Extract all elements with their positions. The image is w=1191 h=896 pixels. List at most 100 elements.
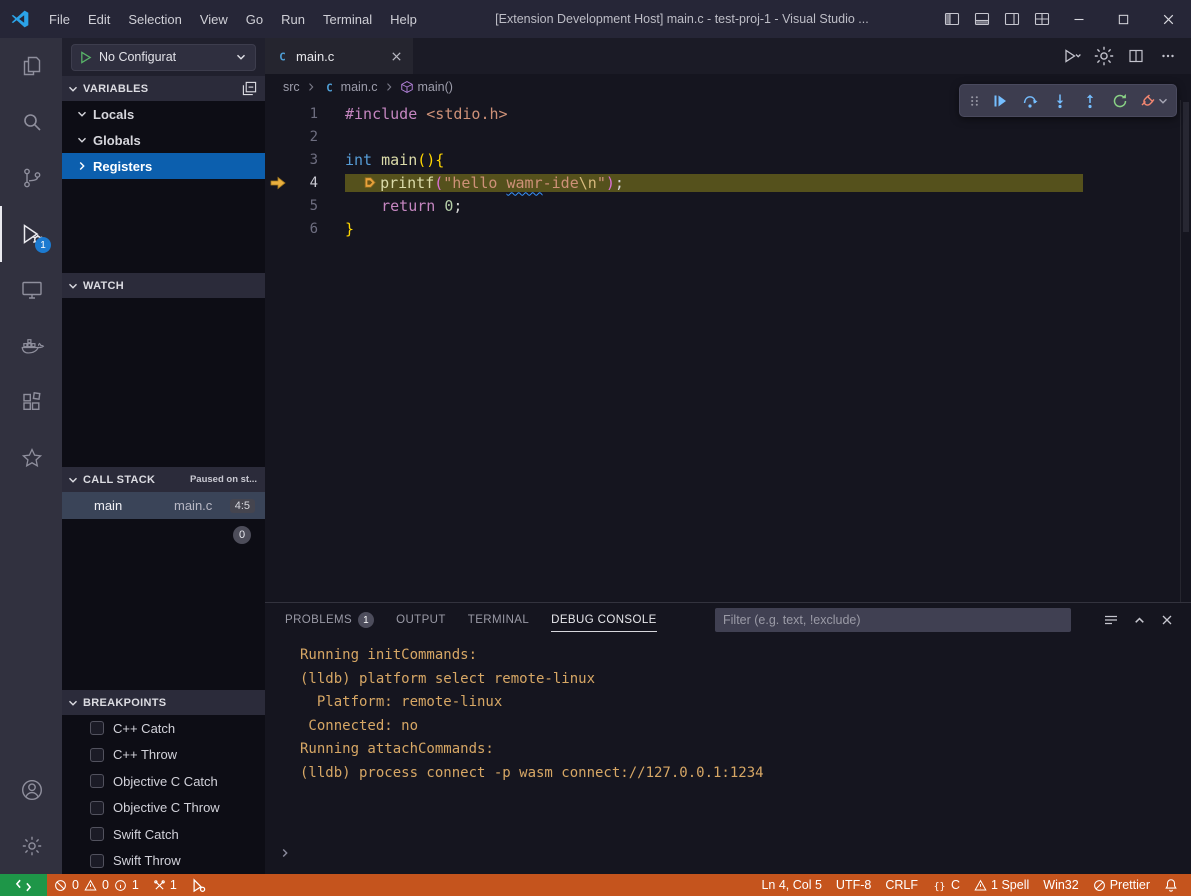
close-window-button[interactable] xyxy=(1146,0,1191,38)
toggle-panel-button[interactable] xyxy=(968,5,996,33)
collapse-all-icon[interactable] xyxy=(242,81,257,96)
remote-indicator[interactable] xyxy=(0,874,47,896)
code-editor[interactable]: 1#include <stdio.h>23int main(){4 printf… xyxy=(265,100,1191,602)
breakpoint-checkbox[interactable] xyxy=(90,721,104,735)
activitybar-explorer[interactable] xyxy=(0,38,62,94)
breakpoint-checkbox[interactable] xyxy=(90,801,104,815)
toggle-secondary-sidebar-button[interactable] xyxy=(998,5,1026,33)
tab-main-c[interactable]: C main.c xyxy=(265,38,413,74)
status-utf-8[interactable]: UTF-8 xyxy=(829,874,878,896)
menu-view[interactable]: View xyxy=(191,12,237,27)
activitybar-settings-gear[interactable] xyxy=(0,818,62,874)
status-c-label: C xyxy=(951,878,960,892)
debug-config-label: No Configurat xyxy=(99,50,228,64)
run-menu-button[interactable] xyxy=(1059,43,1085,69)
chevron-right-icon xyxy=(279,847,291,859)
activity-bar: 1 xyxy=(0,38,62,874)
code-area[interactable]: 1#include <stdio.h>23int main(){4 printf… xyxy=(265,100,1191,240)
toggle-sidebar-button[interactable] xyxy=(938,5,966,33)
customize-layout-button[interactable] xyxy=(1028,5,1056,33)
close-tab-icon[interactable] xyxy=(390,50,403,63)
search-icon xyxy=(20,110,44,134)
maximize-button[interactable] xyxy=(1101,0,1146,38)
status-crlf[interactable]: CRLF xyxy=(878,874,925,896)
chevron-up-button[interactable] xyxy=(1127,608,1151,632)
status-ln-4-col-5[interactable]: Ln 4, Col 5 xyxy=(754,874,828,896)
code-token: ( xyxy=(434,174,443,192)
breadcrumb-item[interactable]: Cmain.c xyxy=(322,80,378,95)
breakpoint-row[interactable]: C++ Throw xyxy=(62,742,265,769)
status-win32[interactable]: Win32 xyxy=(1036,874,1085,896)
menu-help[interactable]: Help xyxy=(381,12,426,27)
breakpoints-section-header[interactable]: BREAKPOINTS xyxy=(62,690,265,715)
settings-gear-button[interactable] xyxy=(1091,43,1117,69)
glyph-margin[interactable] xyxy=(265,176,291,190)
panel-tab-problems[interactable]: PROBLEMS1 xyxy=(285,603,374,637)
status-prettier[interactable]: Prettier xyxy=(1086,874,1157,896)
menu-go[interactable]: Go xyxy=(237,12,272,27)
start-debug-icon[interactable] xyxy=(80,51,92,64)
variables-row-globals[interactable]: Globals xyxy=(62,127,265,153)
step-over-button[interactable] xyxy=(1015,86,1045,115)
menu-run[interactable]: Run xyxy=(272,12,314,27)
step-into-button[interactable] xyxy=(1045,86,1075,115)
status-tools[interactable]: 1 xyxy=(146,874,184,896)
filter-input[interactable] xyxy=(715,608,1071,632)
activitybar-search[interactable] xyxy=(0,94,62,150)
panel-menu-button[interactable] xyxy=(1099,608,1123,632)
gripper-button[interactable] xyxy=(963,86,985,115)
breakpoint-checkbox[interactable] xyxy=(90,748,104,762)
editor-scrollbar[interactable] xyxy=(1180,100,1191,602)
panel-tab-terminal[interactable]: TERMINAL xyxy=(468,603,529,637)
call-stack-frame[interactable]: main main.c 4:5 xyxy=(62,492,265,519)
menu-file[interactable]: File xyxy=(40,12,79,27)
variables-section-header[interactable]: VARIABLES xyxy=(62,76,265,101)
breakpoint-checkbox[interactable] xyxy=(90,774,104,788)
console-input-row[interactable] xyxy=(279,844,1191,875)
debug-config-dropdown[interactable]: No Configurat xyxy=(71,44,256,71)
minimize-button[interactable] xyxy=(1056,0,1101,38)
panel-tab-output[interactable]: OUTPUT xyxy=(396,603,446,637)
variables-row-locals[interactable]: Locals xyxy=(62,101,265,127)
activitybar-remote-explorer[interactable] xyxy=(0,262,62,318)
menu-selection[interactable]: Selection xyxy=(119,12,190,27)
disconnect-button[interactable] xyxy=(1135,86,1173,115)
close-window-icon xyxy=(1161,12,1176,27)
activitybar-source-control[interactable] xyxy=(0,150,62,206)
step-out-button[interactable] xyxy=(1075,86,1105,115)
watch-section-header[interactable]: WATCH xyxy=(62,273,265,298)
breakpoint-row[interactable]: Swift Throw xyxy=(62,848,265,875)
breakpoint-checkbox[interactable] xyxy=(90,827,104,841)
close-button[interactable] xyxy=(1155,608,1179,632)
status-bell[interactable] xyxy=(1157,874,1185,896)
code-token: return xyxy=(381,197,435,215)
breakpoint-checkbox[interactable] xyxy=(90,854,104,868)
split-editor-button[interactable] xyxy=(1123,43,1149,69)
breakpoint-row[interactable]: C++ Catch xyxy=(62,715,265,742)
activity-spacer xyxy=(0,486,62,762)
activitybar-star[interactable] xyxy=(0,430,62,486)
variables-row-registers[interactable]: Registers xyxy=(62,153,265,179)
scrollbar-thumb[interactable] xyxy=(1183,102,1189,232)
activitybar-account[interactable] xyxy=(0,762,62,818)
breadcrumb-item[interactable]: src xyxy=(283,80,300,94)
activitybar-extensions[interactable] xyxy=(0,374,62,430)
problems-status[interactable]: 001 xyxy=(47,874,146,896)
debug-console[interactable]: Running initCommands:(lldb) platform sel… xyxy=(265,637,1191,874)
restart-button[interactable] xyxy=(1105,86,1135,115)
breakpoint-row[interactable]: Objective C Catch xyxy=(62,768,265,795)
call-stack-section-header[interactable]: CALL STACK Paused on st... xyxy=(62,467,265,492)
status-1-spell[interactable]: 1 Spell xyxy=(967,874,1036,896)
breadcrumb-item[interactable]: main() xyxy=(400,80,453,94)
activitybar-run-and-debug[interactable]: 1 xyxy=(0,206,62,262)
menu-edit[interactable]: Edit xyxy=(79,12,119,27)
more-actions-button[interactable] xyxy=(1155,43,1181,69)
menu-terminal[interactable]: Terminal xyxy=(314,12,381,27)
breakpoint-row[interactable]: Swift Catch xyxy=(62,821,265,848)
breakpoint-row[interactable]: Objective C Throw xyxy=(62,795,265,822)
activitybar-docker[interactable] xyxy=(0,318,62,374)
status-c[interactable]: {}C xyxy=(925,874,967,896)
panel-tab-debug-console[interactable]: DEBUG CONSOLE xyxy=(551,603,657,637)
continue-button[interactable] xyxy=(985,86,1015,115)
status-debug-status[interactable] xyxy=(184,874,213,896)
